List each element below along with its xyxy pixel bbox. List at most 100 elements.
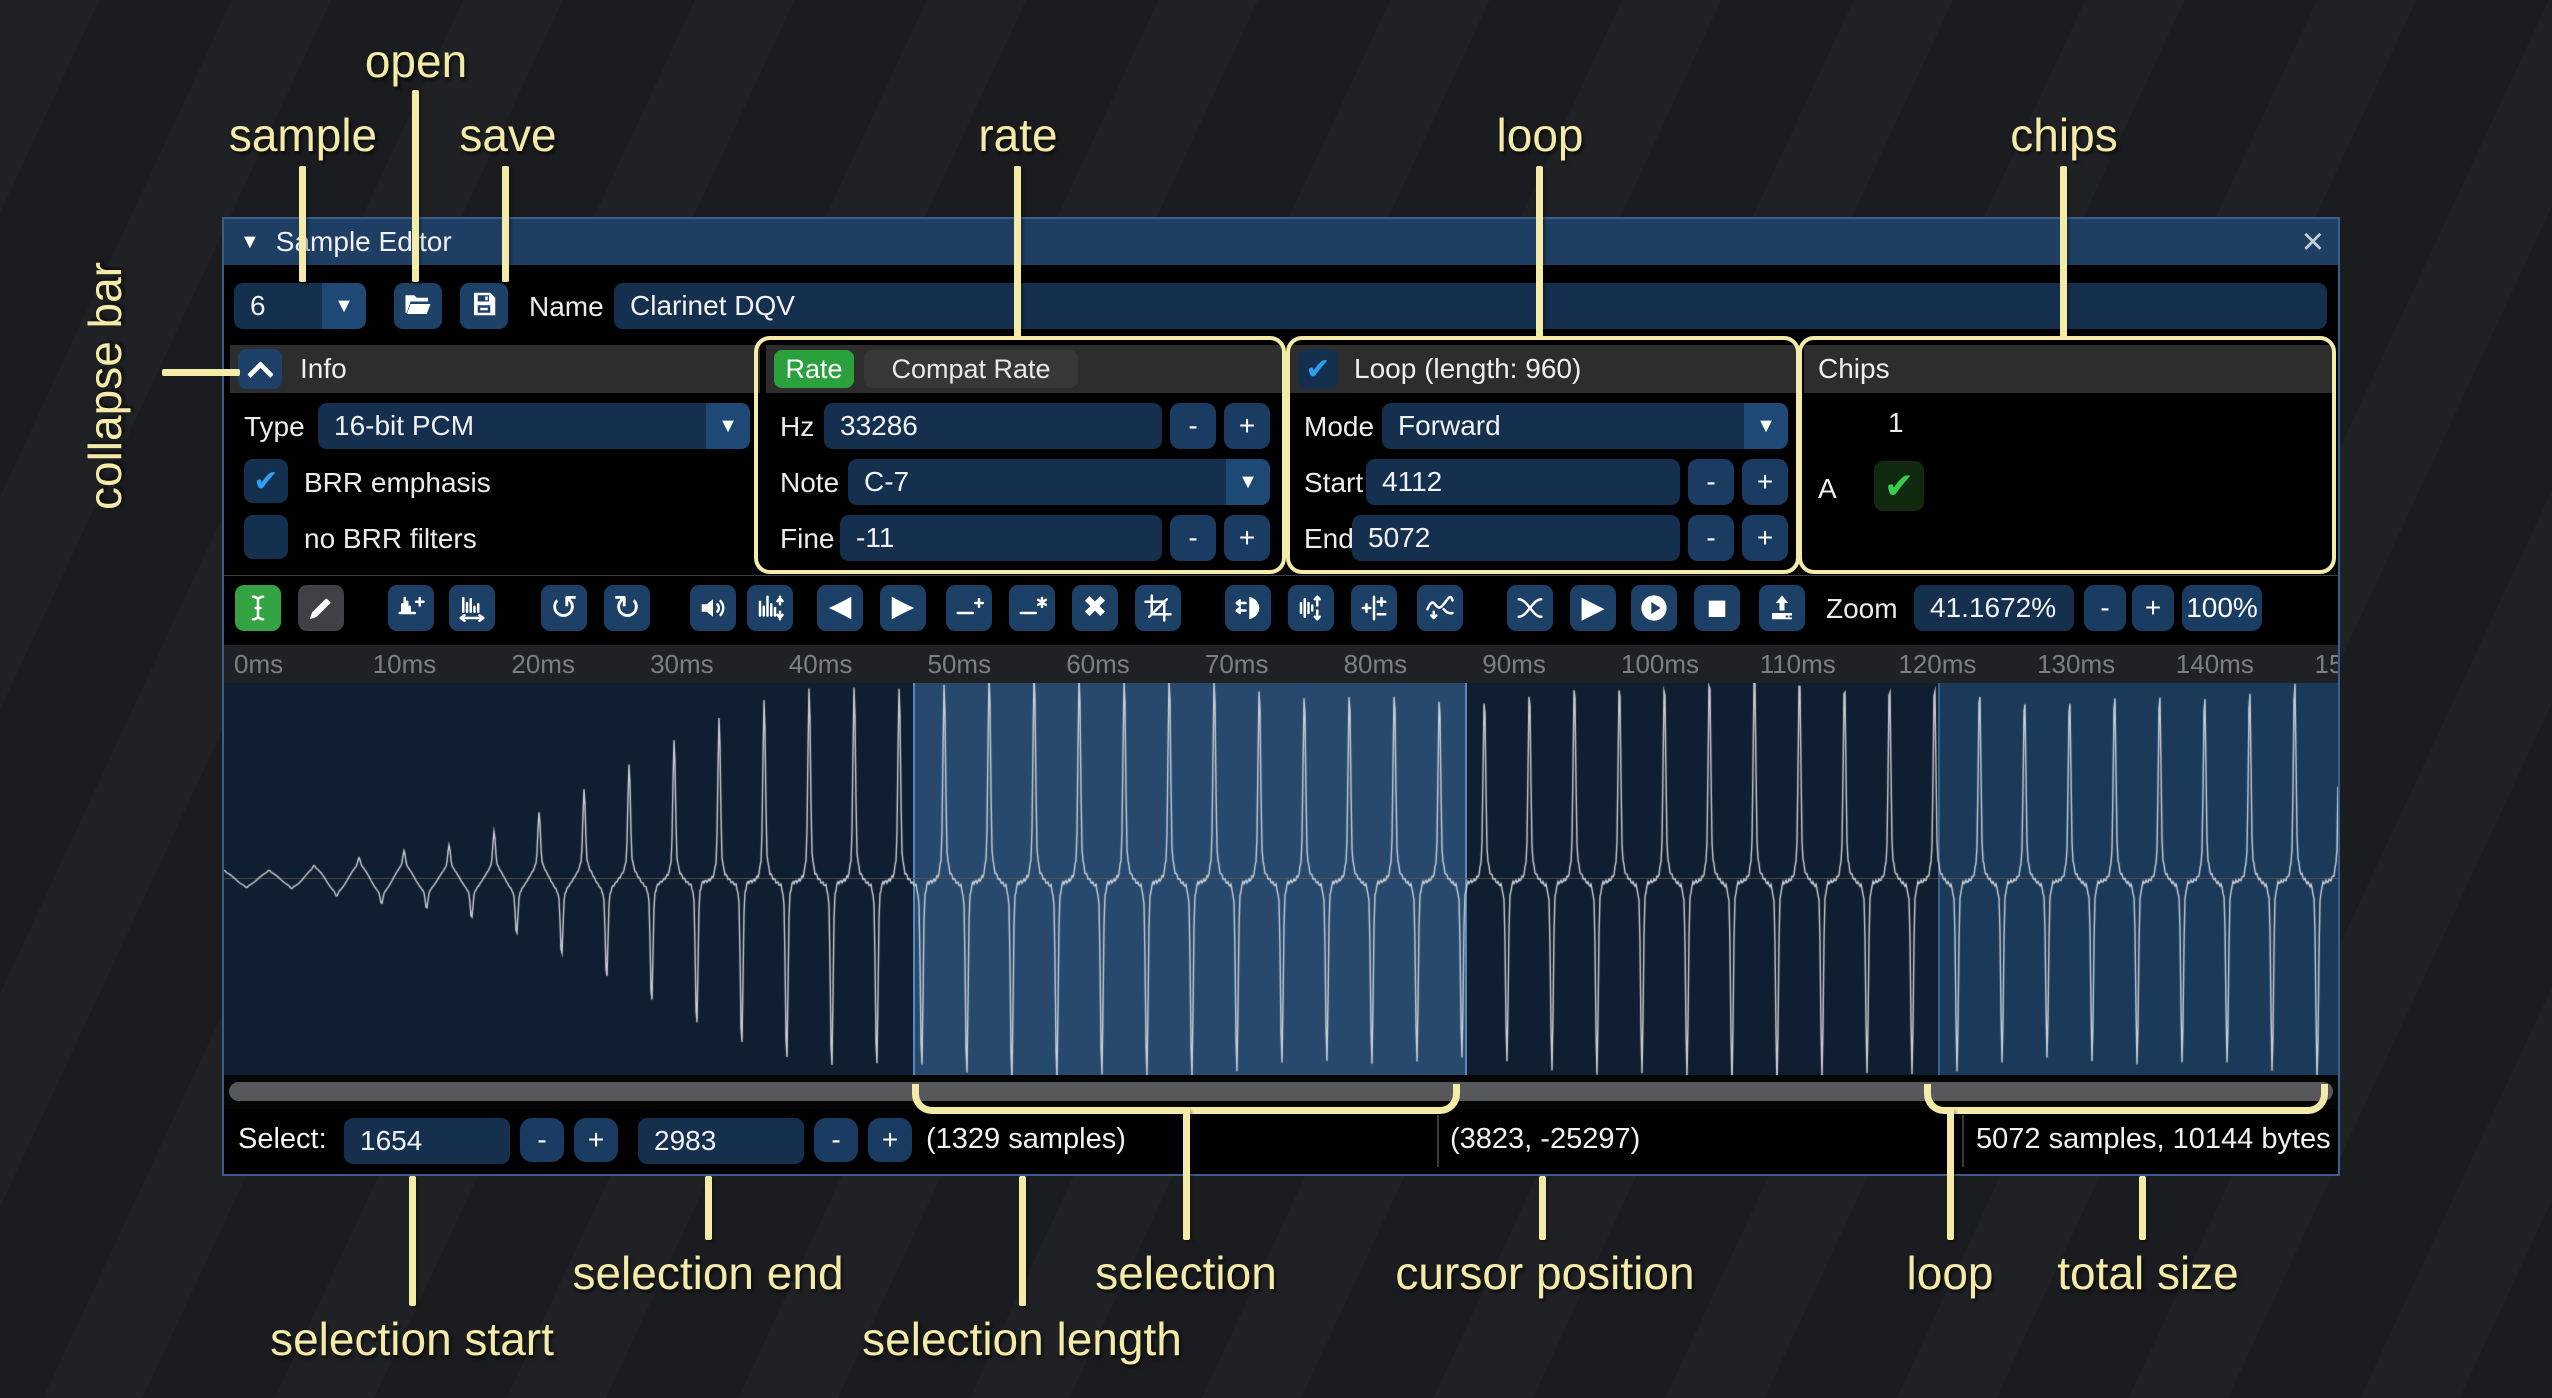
close-icon[interactable]: ×	[2302, 221, 2324, 263]
selection-start-decrease-button[interactable]: -	[520, 1118, 564, 1162]
undo-button[interactable]: ↺	[541, 585, 587, 631]
resample-button[interactable]	[449, 585, 495, 631]
annotation-save: save	[459, 108, 556, 162]
no-brr-filters-label: no BRR filters	[304, 523, 477, 555]
curves-icon	[1515, 593, 1545, 623]
reverse-button[interactable]	[1225, 585, 1271, 631]
speaker-icon	[698, 593, 728, 623]
callout-line-selection-end	[705, 1176, 712, 1240]
selection-start-value: 1654	[360, 1125, 422, 1157]
zoom-in-button[interactable]: +	[2132, 585, 2174, 631]
name-input[interactable]: Clarinet DQV	[614, 283, 2327, 329]
no-brr-filters-checkbox[interactable]: ✔	[244, 515, 288, 559]
pencil-icon	[306, 593, 336, 623]
annotation-selection-end: selection end	[572, 1246, 843, 1300]
crop-icon	[1143, 593, 1173, 623]
delete-button[interactable]: ✖	[1072, 585, 1118, 631]
wave-plus-icon	[396, 593, 426, 623]
ruler-tick-label: 130ms	[2037, 649, 2115, 680]
play-circle-icon	[1638, 592, 1670, 624]
reverse-icon	[1233, 593, 1263, 623]
time-ruler[interactable]: 0ms10ms20ms30ms40ms50ms60ms70ms80ms90ms1…	[224, 645, 2338, 683]
check-icon: ✔	[253, 464, 278, 499]
open-sample-button[interactable]	[394, 283, 442, 329]
annotation-total-size: total size	[2057, 1246, 2239, 1300]
zoom-field[interactable]: 41.1672%	[1914, 585, 2074, 631]
type-dropdown[interactable]: 16-bit PCM ▼	[318, 403, 750, 449]
ruler-tick-label: 0ms	[234, 649, 283, 680]
resize-button[interactable]	[388, 585, 434, 631]
draw-mode-button[interactable]	[298, 585, 344, 631]
brr-emphasis-label: BRR emphasis	[304, 467, 491, 499]
zoom-reset-button[interactable]: 100%	[2182, 585, 2262, 631]
fade-out-icon	[888, 593, 918, 623]
callout-line-loop-bottom	[1947, 1108, 1954, 1240]
play-cursor-button[interactable]	[1631, 585, 1677, 631]
fade-out-button[interactable]	[880, 585, 926, 631]
amplify-button[interactable]	[690, 585, 736, 631]
waveform-display[interactable]	[224, 683, 2338, 1075]
cross-icon: ✖	[1082, 593, 1107, 623]
sample-toolbar: Zoom 41.1672% - + 100% ↺↻✖▶■	[224, 575, 2338, 642]
fade-in-icon	[825, 593, 855, 623]
sample-index-value: 6	[250, 290, 266, 322]
status-separator	[1437, 1115, 1439, 1167]
type-dropdown-arrow[interactable]: ▼	[706, 403, 750, 449]
save-sample-button[interactable]	[460, 283, 508, 329]
ruler-tick-label: 50ms	[928, 649, 992, 680]
undo-icon: ↺	[550, 593, 579, 624]
type-value: 16-bit PCM	[334, 410, 474, 442]
brr-emphasis-checkbox[interactable]: ✔	[244, 459, 288, 503]
stop-button[interactable]: ■	[1694, 585, 1740, 631]
annotation-rate: rate	[978, 108, 1057, 162]
selection-start-increase-button[interactable]: +	[574, 1118, 618, 1162]
callout-line-selection-length	[1019, 1176, 1026, 1306]
annotation-selection: selection	[1095, 1246, 1277, 1300]
callout-line-selection	[1183, 1108, 1190, 1240]
apply-silence-button[interactable]	[1009, 585, 1055, 631]
crossfade-button[interactable]	[1507, 585, 1553, 631]
type-label: Type	[244, 411, 305, 443]
fade-in-button[interactable]	[817, 585, 863, 631]
ruler-tick-label: 140ms	[2176, 649, 2254, 680]
callout-line-open	[412, 90, 419, 282]
annotation-chips: chips	[2010, 108, 2117, 162]
selection-end-field[interactable]: 2983	[638, 1118, 804, 1164]
trim-button[interactable]	[1135, 585, 1181, 631]
normalize-button[interactable]	[747, 585, 793, 631]
title-bar[interactable]: ▼ Sample Editor ×	[224, 219, 2338, 265]
info-collapse-button[interactable]	[238, 349, 282, 389]
callout-line-rate	[1014, 166, 1021, 338]
info-title: Info	[300, 353, 347, 385]
annotation-loop-top: loop	[1497, 108, 1584, 162]
insert-silence-button[interactable]	[946, 585, 992, 631]
ruler-tick-label: 110ms	[1760, 649, 1836, 680]
zoom-out-button[interactable]: -	[2084, 585, 2126, 631]
annotation-bracket-loop	[1924, 1084, 2328, 1114]
annotation-open: open	[365, 34, 467, 88]
folder-open-icon	[403, 289, 433, 324]
wave-updown-icon	[755, 593, 785, 623]
sample-index-dropdown-arrow[interactable]: ▼	[322, 283, 366, 329]
play-button[interactable]: ▶	[1570, 585, 1616, 631]
signed-unsigned-button[interactable]	[1351, 585, 1397, 631]
selection-end-increase-button[interactable]: +	[868, 1118, 912, 1162]
ruler-tick-label: 100ms	[1621, 649, 1699, 680]
selection-start-field[interactable]: 1654	[344, 1118, 510, 1164]
ruler-tick-label: 20ms	[511, 649, 575, 680]
total-size-readout: 5072 samples, 10144 bytes	[1976, 1123, 2331, 1156]
window-collapse-icon[interactable]: ▼	[240, 231, 260, 254]
sample-index-dropdown[interactable]: 6 ▼	[234, 283, 366, 329]
selection-end-decrease-button[interactable]: -	[814, 1118, 858, 1162]
redo-button[interactable]: ↻	[604, 585, 650, 631]
waveform-canvas[interactable]	[224, 683, 2338, 1075]
callout-line-sample	[299, 166, 306, 282]
select-mode-button[interactable]	[235, 585, 281, 631]
redo-icon: ↻	[613, 593, 642, 624]
invert-button[interactable]	[1288, 585, 1334, 631]
ibeam-icon	[243, 593, 273, 623]
import-button[interactable]	[1759, 585, 1805, 631]
annotation-cursor-position: cursor position	[1395, 1246, 1694, 1300]
select-label: Select:	[238, 1123, 327, 1156]
apply-filter-button[interactable]	[1417, 585, 1463, 631]
